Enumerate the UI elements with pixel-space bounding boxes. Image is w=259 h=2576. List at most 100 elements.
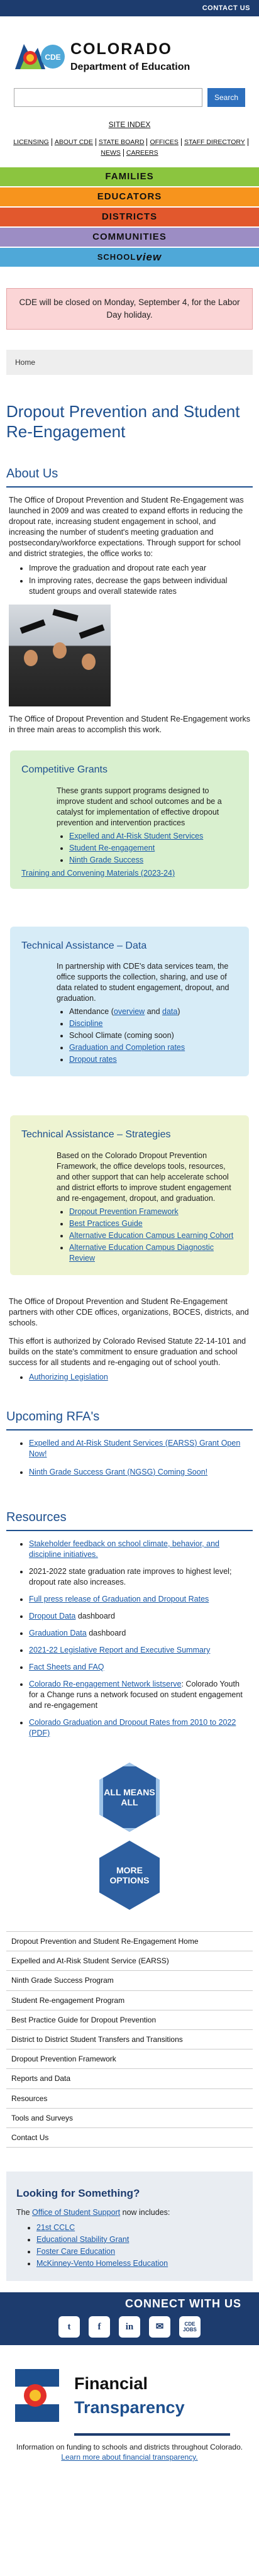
connect-title: CONNECT WITH US [125, 2297, 241, 2310]
link-stakeholder-feedback[interactable]: Stakeholder feedback on school climate, … [29, 1539, 219, 1559]
search-button[interactable]: Search [207, 88, 245, 107]
about-after-photo: The Office of Dropout Prevention and Stu… [9, 715, 251, 735]
link-earss-grant[interactable]: Expelled and At-Risk Student Services (E… [29, 1439, 240, 1458]
link-fact-sheets[interactable]: Fact Sheets and FAQ [29, 1663, 104, 1671]
list-item: In improving rates, decrease the gaps be… [29, 576, 250, 597]
colorado-logo[interactable]: CDE [13, 39, 67, 74]
link-attendance-data[interactable]: data [162, 1007, 177, 1016]
card-body: These grants support programs designed t… [57, 786, 222, 827]
sidenav-item[interactable]: Ninth Grade Success Program [6, 1971, 253, 1991]
link-expelled-at-risk[interactable]: Expelled and At-Risk Student Services [69, 832, 203, 840]
holiday-alert: CDE will be closed on Monday, September … [6, 288, 253, 330]
rfa-heading: Upcoming RFA's [6, 1410, 100, 1424]
link-rates-pdf[interactable]: Colorado Graduation and Dropout Rates fr… [29, 1718, 236, 1737]
contact-us-link[interactable]: CONTACT US [202, 4, 250, 13]
util-link-licensing[interactable]: LICENSING [11, 138, 52, 147]
breadcrumb: Home [6, 350, 253, 376]
list-item: School Climate (coming soon) [69, 1030, 238, 1041]
nav-schoolview[interactable]: SCHOOL view [0, 247, 259, 267]
list-item: Attendance (overview and data) [69, 1006, 238, 1017]
sidenav-item[interactable]: Contact Us [6, 2128, 253, 2148]
link-ninth-grade-success[interactable]: Ninth Grade Success [69, 856, 143, 864]
site-index-link[interactable]: SITE INDEX [109, 120, 151, 129]
linkedin-icon[interactable]: in [119, 2316, 140, 2338]
link-student-reengagement[interactable]: Student Re-engagement [69, 844, 155, 852]
twitter-icon[interactable]: t [58, 2316, 80, 2338]
nav-families[interactable]: FAMILIES [0, 166, 259, 187]
link-financial-transparency[interactable]: Learn more about financial transparency. [61, 2453, 197, 2462]
sidenav-item[interactable]: Tools and Surveys [6, 2109, 253, 2128]
card-competitive-grants: Competitive Grants These grants support … [10, 750, 249, 889]
link-graduation-data[interactable]: Graduation Data [29, 1629, 87, 1637]
nav-communities[interactable]: COMMUNITIES [0, 226, 259, 247]
sidenav-item[interactable]: Resources [6, 2089, 253, 2109]
link-legislative-report[interactable]: 2021-22 Legislative Report and Executive… [29, 1646, 210, 1654]
financial-transparency[interactable]: Financial Transparency [0, 2345, 259, 2431]
link-authorizing-legislation[interactable]: Authorizing Legislation [29, 1373, 108, 1381]
util-link-offices[interactable]: OFFICES [147, 138, 182, 147]
link-reengagement-listserve[interactable]: Colorado Re-engagement Network listserve [29, 1680, 181, 1688]
search-input[interactable] [14, 88, 202, 107]
list-item: 2021-2022 state graduation rate improves… [29, 1566, 250, 1588]
util-link-news[interactable]: NEWS [98, 149, 124, 157]
search-bar: Search [0, 88, 259, 111]
sidenav-item[interactable]: Reports and Data [6, 2069, 253, 2089]
link-ngsg-grant[interactable]: Ninth Grade Success Grant (NGSG) Coming … [29, 1468, 207, 1476]
email-icon[interactable]: ✉ [149, 2316, 170, 2338]
nav-districts[interactable]: DISTRICTS [0, 206, 259, 227]
ft-caption: Information on funding to schools and di… [16, 2443, 243, 2462]
link-mckinney-vento[interactable]: McKinney-Vento Homeless Education [36, 2259, 168, 2268]
sidenav-item[interactable]: District to District Student Transfers a… [6, 2030, 253, 2050]
more-options-badge[interactable]: MORE OPTIONS [99, 1841, 160, 1910]
link-dropout-data[interactable]: Dropout Data [29, 1612, 75, 1620]
org-subtitle: Department of Education [70, 62, 190, 73]
card-ta-data: Technical Assistance – Data In partnersh… [10, 926, 249, 1077]
link-office-student-support[interactable]: Office of Student Support [32, 2208, 120, 2217]
resources-heading: Resources [6, 1510, 67, 1525]
about-heading: About Us [6, 467, 58, 481]
util-link-state-board[interactable]: STATE BOARD [96, 138, 148, 147]
link-21st-cclc[interactable]: 21st CCLC [36, 2223, 75, 2232]
facebook-icon[interactable]: f [89, 2316, 110, 2338]
sidenav-item[interactable]: Dropout Prevention and Student Re-Engage… [6, 1932, 253, 1952]
util-link-staff-directory[interactable]: STAFF DIRECTORY [181, 138, 248, 147]
ft-line1: Financial [74, 2373, 148, 2393]
link-educational-stability[interactable]: Educational Stability Grant [36, 2235, 129, 2244]
sidenav-item[interactable]: Expelled and At-Risk Student Service (EA… [6, 1951, 253, 1971]
about-bullets: Improve the graduation and dropout rate … [0, 559, 259, 597]
link-training-materials[interactable]: Training and Convening Materials (2023-2… [21, 869, 175, 878]
looking-for-something-box: Looking for Something? The Office of Stu… [6, 2172, 253, 2281]
cde-jobs-icon[interactable]: CDE JOBS [179, 2316, 201, 2338]
link-aec-review[interactable]: Alternative Education Campus Diagnostic … [69, 1243, 214, 1263]
graduates-photo [9, 605, 111, 707]
sidenav-item[interactable]: Student Re-engagement Program [6, 1991, 253, 2010]
org-name: COLORADO [70, 40, 172, 59]
nav-educators[interactable]: EDUCATORS [0, 186, 259, 207]
looking-text: The Office of Student Support now includ… [16, 2208, 170, 2217]
link-press-release[interactable]: Full press release of Graduation and Dro… [29, 1595, 209, 1603]
link-dropout-framework[interactable]: Dropout Prevention Framework [69, 1207, 179, 1216]
link-discipline[interactable]: Discipline [69, 1019, 103, 1028]
card-body: In partnership with CDE's data services … [57, 962, 229, 1003]
connect-with-us: CONNECT WITH US t f in ✉ CDE JOBS [0, 2292, 259, 2346]
schoolview-a: SCHOOL [97, 252, 136, 262]
link-attendance-overview[interactable]: overview [114, 1007, 145, 1016]
link-foster-care[interactable]: Foster Care Education [36, 2247, 115, 2256]
card-title: Technical Assistance – Strategies [21, 1129, 171, 1140]
financial-transparency-logo [10, 2365, 64, 2426]
breadcrumb-home[interactable]: Home [15, 358, 35, 367]
schoolview-b: view [136, 250, 162, 263]
sidenav-item[interactable]: Dropout Prevention Framework [6, 2049, 253, 2070]
looking-heading: Looking for Something? [16, 2187, 140, 2200]
link-dropout-rates[interactable]: Dropout rates [69, 1055, 117, 1064]
link-graduation-rates[interactable]: Graduation and Completion rates [69, 1043, 185, 1052]
all-means-all-badge[interactable]: ALL MEANS ALL [99, 1763, 160, 1832]
link-aec-cohort[interactable]: Alternative Education Campus Learning Co… [69, 1231, 233, 1240]
header: CDE COLORADO Department of Education [0, 16, 259, 88]
link-best-practices[interactable]: Best Practices Guide [69, 1219, 143, 1228]
util-link-careers[interactable]: CAREERS [124, 149, 161, 157]
util-link-about[interactable]: ABOUT CDE [52, 138, 96, 147]
partner-text: The Office of Dropout Prevention and Stu… [9, 1297, 249, 1328]
about-intro: The Office of Dropout Prevention and Stu… [9, 496, 244, 559]
sidenav-item[interactable]: Best Practice Guide for Dropout Preventi… [6, 2010, 253, 2030]
